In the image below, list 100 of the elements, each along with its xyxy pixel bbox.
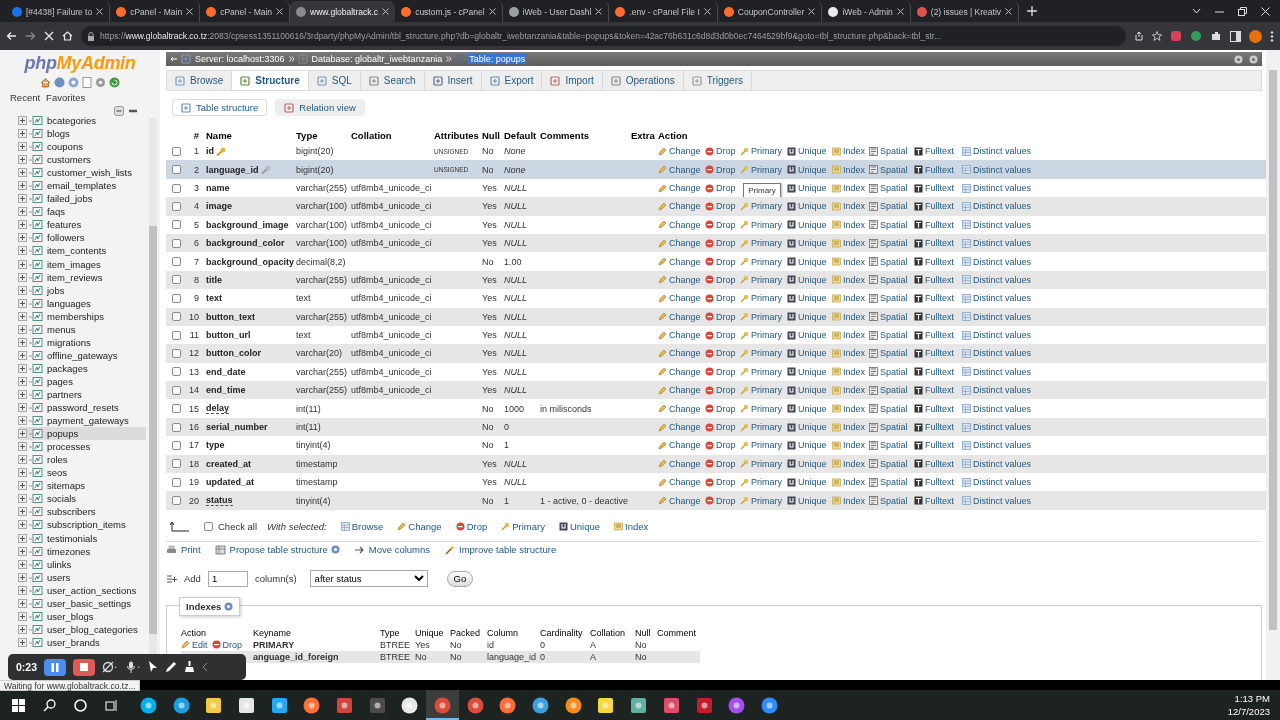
tool-link[interactable]: Improve table structure [444,544,557,556]
column-name[interactable]: end_date [206,366,246,377]
sidebar-item[interactable]: subscription_items [18,518,146,532]
action-link[interactable]: Index [832,422,866,433]
tab[interactable]: Insert [424,71,482,90]
action-link[interactable]: Fulltext [914,477,959,488]
action-link[interactable]: Fulltext [914,458,959,469]
tool-link[interactable]: Move columns [353,544,431,556]
action-link[interactable]: Change [658,330,702,341]
action-link[interactable]: Distinct values [962,440,1035,451]
sidebar-item[interactable]: socials [18,492,146,506]
sidebar-item[interactable]: coupons [18,140,146,154]
action-link[interactable]: Index [832,293,866,304]
action-link[interactable]: Distinct values [962,330,1035,341]
action-link[interactable]: Index [832,256,866,267]
bulk-action-button[interactable]: Unique [558,521,601,533]
sidebar-item[interactable]: menus [18,322,146,336]
action-link[interactable]: Primary [740,293,784,304]
sidebar-tab[interactable]: Recent [10,91,41,104]
action-link[interactable]: Primary [740,219,784,230]
column-count-field[interactable]: 1 [207,570,248,587]
action-link[interactable]: Fulltext [914,183,959,194]
sidebar-item[interactable]: item_contents [18,244,146,258]
action-link[interactable]: Distinct values [962,183,1035,194]
action-link[interactable]: Drop [705,495,737,506]
action-link[interactable]: Change [658,293,702,304]
action-link[interactable]: Drop [705,219,737,230]
sidebar-item[interactable]: user_basic_settings [18,596,146,610]
column-name[interactable]: language_id [206,164,259,175]
action-link[interactable]: Unique [787,201,829,212]
sidebar-item[interactable]: bcategories [18,114,146,128]
action-link[interactable]: Change [658,274,702,285]
action-link[interactable]: Drop [705,293,737,304]
action-link[interactable]: Spatial [869,201,911,212]
sidebar-item[interactable]: users [18,570,146,584]
action-link[interactable]: Fulltext [914,403,959,414]
checkbox-label[interactable]: Check all [218,521,258,533]
action-link[interactable]: Spatial [869,440,911,451]
action-link[interactable]: Primary [740,440,784,451]
action-link[interactable]: Index [832,219,866,230]
action-link[interactable]: Distinct values [962,495,1035,506]
action-link[interactable]: Primary [740,422,784,433]
action-link[interactable]: Change [658,366,702,377]
tab[interactable]: Triggers [683,71,752,90]
action-link[interactable]: Fulltext [914,385,959,396]
action-link[interactable]: Drop [705,256,737,267]
action-link[interactable]: Distinct values [962,238,1035,249]
sidebar-item[interactable]: customers [18,153,146,167]
action-link[interactable]: Change [658,183,702,194]
action-link[interactable]: Unique [787,293,829,304]
action-link[interactable]: Primary [740,477,784,488]
action-link[interactable]: Drop [705,458,737,469]
column-name[interactable]: text [206,293,222,304]
column-name[interactable]: background_opacity [206,256,295,267]
action-link[interactable]: Distinct values [962,458,1035,469]
action-link[interactable]: Unique [787,385,829,396]
action-link[interactable]: Primary [740,201,784,212]
action-link[interactable]: Drop [705,274,737,285]
action-link[interactable]: Spatial [869,495,911,506]
sidebar-item[interactable]: testimonials [18,531,146,545]
action-link[interactable]: Index [832,458,866,469]
action-link[interactable]: Drop [705,201,737,212]
action-link[interactable]: Drop [705,164,737,175]
action-link[interactable]: Change [658,146,702,157]
breadcrumb-link[interactable]: Server: localhost:3306 [194,54,286,64]
sidebar-item[interactable]: roles [18,453,146,467]
column-name[interactable]: background_image [206,219,289,230]
action-link[interactable]: Fulltext [914,164,959,175]
action-link[interactable]: Spatial [869,311,911,322]
action-link[interactable]: Primary [740,311,784,322]
action-link[interactable]: Fulltext [914,440,959,451]
action-link[interactable]: Change [658,440,702,451]
column-name[interactable]: delay [206,403,229,415]
action-link[interactable]: Change [658,348,702,359]
action-link[interactable]: Index [832,164,866,175]
action-link[interactable]: Index [832,146,866,157]
action-link[interactable]: Index [832,440,866,451]
action-link[interactable]: Drop [705,440,737,451]
sidebar-item[interactable]: memberships [18,309,146,323]
action-link[interactable]: Unique [787,366,829,377]
action-link[interactable]: Index [832,495,866,506]
action-link[interactable]: Fulltext [914,495,959,506]
action-link[interactable]: Change [658,495,702,506]
action-link[interactable]: Index [832,403,866,414]
tool-link[interactable]: Print [166,544,201,556]
action-link[interactable]: Spatial [869,256,911,267]
breadcrumb-link[interactable]: Table: popups [468,54,527,64]
action-link[interactable]: Spatial [869,164,911,175]
action-link[interactable]: Distinct values [962,311,1035,322]
sidebar-item[interactable]: partners [18,388,146,402]
action-link[interactable]: Fulltext [914,366,959,377]
column-name[interactable]: updated_at [206,477,254,488]
column-name[interactable]: serial_number [206,422,268,433]
indexes-legend[interactable]: Indexes [179,596,241,616]
action-link[interactable]: Index [832,183,866,194]
tool-link[interactable]: Propose table structure [214,544,328,556]
sidebar-item[interactable]: email_templates [18,179,146,193]
action-link[interactable]: Unique [787,274,829,285]
action-link[interactable]: Edit [181,639,208,650]
action-link[interactable]: Fulltext [914,348,959,359]
